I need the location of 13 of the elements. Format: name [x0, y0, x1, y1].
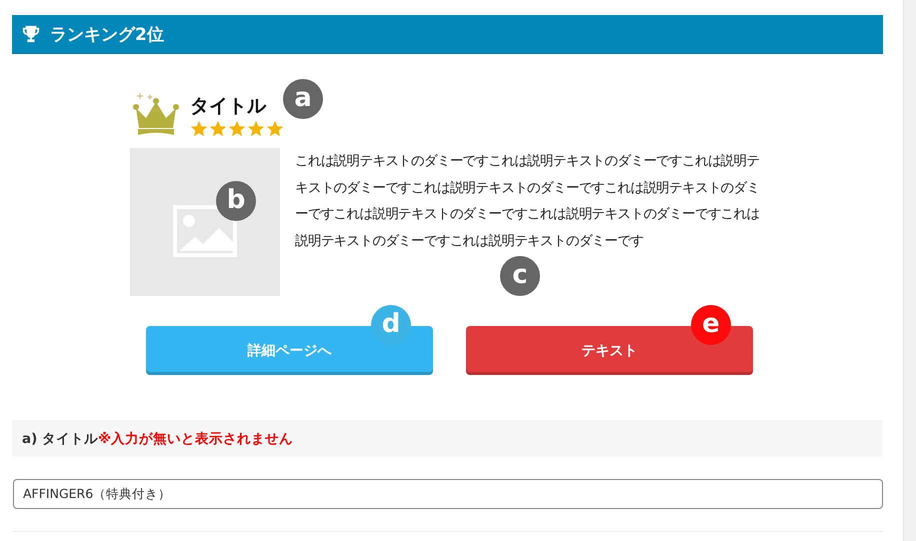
header-title: ランキング2位	[50, 24, 164, 46]
crown-icon	[130, 90, 182, 138]
marker-badge: e	[691, 305, 731, 345]
field-note: ※入力が無いと表示されません	[98, 430, 294, 448]
marker-badge: b	[216, 181, 256, 221]
marker-badge: d	[371, 305, 411, 345]
description-text: これは説明テキストのダミーですこれは説明テキストのダミーですこれは説明テキストのダミーですこれは説明テキストのダミーですこれは説明テキストのダミーですこれは説明テキストのダミーですこれは説明テキストのダミーですこれは説明テキストのダミーですこれは説明テキストのダミーです	[295, 152, 760, 250]
marker-badge: a	[283, 79, 323, 119]
field-label: a) タイトル	[22, 430, 98, 448]
marker-badge: c	[500, 256, 540, 296]
item-title: タイトル	[190, 94, 268, 118]
input-field[interactable]: AFFINGER6（特典付き）	[13, 479, 883, 509]
trophy-icon	[22, 25, 40, 43]
